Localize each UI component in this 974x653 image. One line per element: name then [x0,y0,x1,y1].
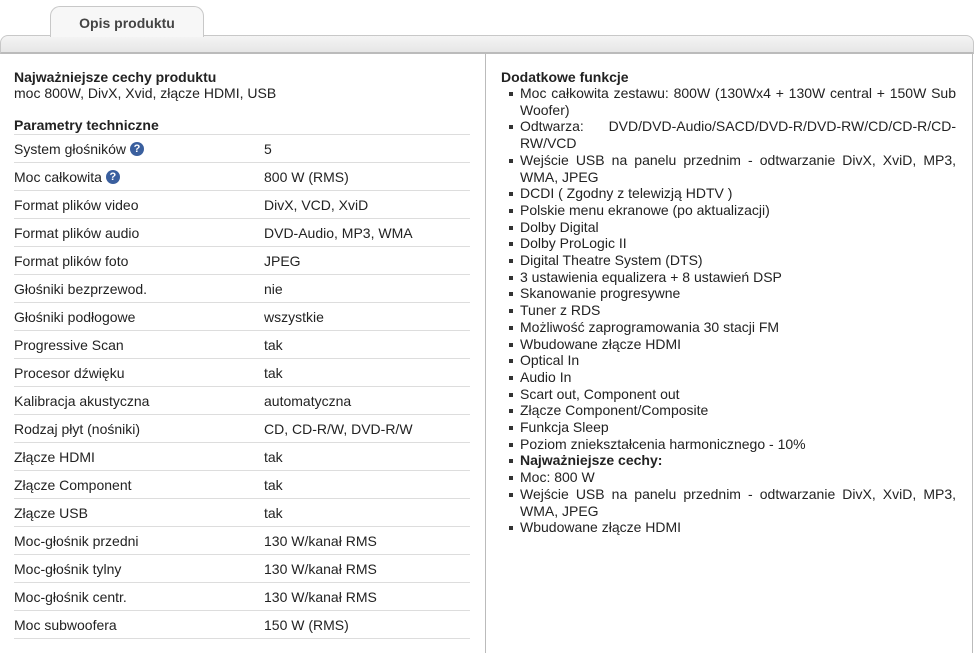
param-label: Moc całkowita [14,168,102,185]
param-value: 130 W/kanał RMS [264,560,377,577]
param-value: tak [264,364,283,381]
param-label: Kalibracja akustyczna [14,392,150,409]
param-label: Złącze USB [14,504,88,521]
feature-item: Dolby ProLogic II [501,235,956,252]
param-value: 130 W/kanał RMS [264,532,377,549]
param-row: Głośniki bezprzewod. nie [14,275,470,303]
feature-item: Skanowanie progresywne [501,285,956,302]
feature-item: Scart out, Component out [501,386,956,403]
left-column: Najważniejsze cechy produktu moc 800W, D… [14,70,470,639]
help-icon[interactable]: ? [105,169,120,184]
param-value: tak [264,448,283,465]
feature-item: Wbudowane złącze HDMI [501,336,956,353]
param-label: Złącze Component [14,476,132,493]
param-row: Format plików audio DVD-Audio, MP3, WMA [14,219,470,247]
param-row: Moc subwoofera 150 W (RMS) [14,611,470,639]
extra-features-title: Dodatkowe funkcje [501,69,629,85]
param-label: Procesor dźwięku [14,364,125,381]
feature-item: DCDI ( Zgodny z telewizją HDTV ) [501,185,956,202]
feature-item: Optical In [501,352,956,369]
param-value: tak [264,336,283,353]
highlights-title: Najważniejsze cechy produktu [14,69,217,85]
param-label: Moc subwoofera [14,616,117,633]
param-label: Moc-głośnik tylny [14,560,122,577]
feature-item: Wejście USB na panelu przednim - odtwarz… [501,152,956,185]
param-value: tak [264,476,283,493]
feature-item: Najważniejsze cechy: [501,452,956,469]
param-value: CD, CD-R/W, DVD-R/W [264,420,413,437]
param-row: Procesor dźwięku tak [14,359,470,387]
param-value: 130 W/kanał RMS [264,588,377,605]
param-label: Moc-głośnik przedni [14,532,139,549]
feature-item: Wbudowane złącze HDMI [501,519,956,536]
param-value: wszystkie [264,308,324,325]
param-label: Progressive Scan [14,336,124,353]
feature-item: Możliwość zaprogramowania 30 stacji FM [501,319,956,336]
param-row: System głośników? 5 [14,135,470,163]
param-label: Format plików audio [14,224,140,241]
param-row: Format plików video DivX, VCD, XviD [14,191,470,219]
feature-item: Odtwarza: DVD/DVD-Audio/SACD/DVD-R/DVD-R… [501,118,956,151]
param-value: JPEG [264,252,301,269]
feature-item: Funkcja Sleep [501,419,956,436]
feature-item: 3 ustawienia equalizera + 8 ustawień DSP [501,269,956,286]
param-row: Progressive Scan tak [14,331,470,359]
feature-item: Złącze Component/Composite [501,402,956,419]
param-row: Moc-głośnik centr. 130 W/kanał RMS [14,583,470,611]
param-label: System głośników [14,140,127,157]
param-label: Głośniki podłogowe [14,308,136,325]
param-row: Złącze Component tak [14,471,470,499]
param-row: Rodzaj płyt (nośniki) CD, CD-R/W, DVD-R/W [14,415,470,443]
feature-item: Moc: 800 W [501,469,956,486]
param-row: Głośniki podłogowe wszystkie [14,303,470,331]
param-label: Moc-głośnik centr. [14,588,127,605]
help-icon[interactable]: ? [130,141,145,156]
param-value: automatyczna [264,392,352,409]
param-label: Format plików foto [14,252,129,269]
feature-item: Wejście USB na panelu przednim - odtwarz… [501,486,956,519]
param-label: Głośniki bezprzewod. [14,280,148,297]
feature-item: Audio In [501,369,956,386]
highlights-text: moc 800W, DivX, Xvid, złącze HDMI, USB [14,85,277,101]
param-label: Format plików video [14,196,139,213]
param-row: Format plików foto JPEG [14,247,470,275]
tab-opis-produktu[interactable]: Opis produktu [50,6,204,37]
param-value: nie [264,280,283,297]
column-divider [485,53,486,653]
feature-item: Dolby Digital [501,219,956,236]
params-title: Parametry techniczne [14,118,470,135]
feature-item: Digital Theatre System (DTS) [501,252,956,269]
param-row: Moc-głośnik tylny 130 W/kanał RMS [14,555,470,583]
param-value: 150 W (RMS) [264,616,349,633]
param-row: Kalibracja akustyczna automatyczna [14,387,470,415]
param-value: 800 W (RMS) [264,168,349,185]
param-label: Złącze HDMI [14,448,95,465]
param-row: Złącze USB tak [14,499,470,527]
feature-item: Poziom zniekształcenia harmonicznego - 1… [501,436,956,453]
param-value: tak [264,504,283,521]
feature-item: Moc całkowita zestawu: 800W (130Wx4 + 13… [501,85,956,118]
param-value: 5 [264,140,272,157]
features-list: Moc całkowita zestawu: 800W (130Wx4 + 13… [501,85,956,536]
feature-item: Tuner z RDS [501,302,956,319]
right-column: Dodatkowe funkcje Moc całkowita zestawu:… [501,70,956,536]
param-row: Złącze HDMI tak [14,443,470,471]
param-label: Rodzaj płyt (nośniki) [14,420,141,437]
param-value: DVD-Audio, MP3, WMA [264,224,413,241]
param-row: Moc-głośnik przedni 130 W/kanał RMS [14,527,470,555]
params-table: System głośników? 5 Moc całkowita? 800 W (R… [14,135,470,639]
feature-item: Polskie menu ekranowe (po aktualizacji) [501,202,956,219]
param-row: Moc całkowita? 800 W (RMS) [14,163,470,191]
param-value: DivX, VCD, XviD [264,196,369,213]
